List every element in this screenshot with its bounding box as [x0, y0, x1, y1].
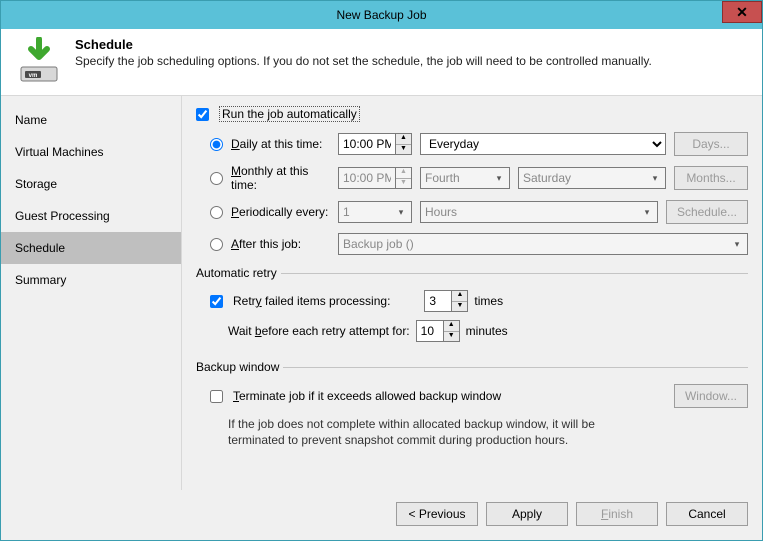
retry-count-spinner[interactable]: ▲▼	[424, 290, 468, 312]
chevron-down-icon: ▾	[393, 207, 409, 218]
retry-count-row: Retry failed items processing: ▲▼ times	[210, 290, 748, 312]
retry-wait-spinner[interactable]: ▲▼	[416, 320, 460, 342]
monthly-radio[interactable]	[210, 172, 223, 185]
retry-wait-label: Wait before each retry attempt for:	[228, 324, 410, 338]
spinner-down-icon[interactable]: ▼	[452, 302, 467, 312]
retry-checkbox[interactable]	[210, 295, 223, 308]
header-subtitle: Specify the job scheduling options. If y…	[75, 54, 748, 68]
monthly-row: Monthly at this time: ▲▼ Fourth▾ Saturda…	[210, 164, 748, 192]
days-button[interactable]: Days...	[674, 132, 748, 156]
run-auto-checkbox[interactable]	[196, 108, 209, 121]
daily-recurrence-select[interactable]: Everyday	[420, 133, 666, 155]
sidebar-item-name[interactable]: Name	[1, 104, 181, 136]
monthly-weekday-select: Saturday▾	[518, 167, 666, 189]
run-auto-row: Run the job automatically	[196, 106, 748, 122]
chevron-down-icon: ▾	[729, 239, 745, 250]
chevron-down-icon: ▾	[647, 173, 663, 184]
retry-wait-input[interactable]	[416, 320, 444, 342]
spinner-up-icon[interactable]: ▲	[452, 291, 467, 302]
retry-count-input[interactable]	[424, 290, 452, 312]
dialog-window: New Backup Job ✕ vm Schedule Specify the…	[0, 0, 763, 541]
header-text: Schedule Specify the job scheduling opti…	[75, 37, 748, 68]
retry-group: Automatic retry Retry failed items proce…	[196, 266, 748, 350]
sidebar-item-virtual-machines[interactable]: Virtual Machines	[1, 136, 181, 168]
monthly-ordinal-select: Fourth▾	[420, 167, 510, 189]
schedule-button[interactable]: Schedule...	[666, 200, 748, 224]
content-pane: Run the job automatically Daily at this …	[181, 96, 762, 490]
after-radio-label[interactable]: After this job:	[210, 237, 330, 251]
after-job-select: Backup job ()▾	[338, 233, 748, 255]
sidebar-item-schedule[interactable]: Schedule	[1, 232, 181, 264]
periodic-radio-label[interactable]: Periodically every:	[210, 205, 330, 219]
spinner-down-icon: ▼	[396, 179, 411, 189]
svg-text:vm: vm	[29, 73, 38, 79]
titlebar: New Backup Job ✕	[1, 1, 762, 29]
cancel-button[interactable]: Cancel	[666, 502, 748, 526]
sidebar-item-guest-processing[interactable]: Guest Processing	[1, 200, 181, 232]
terminate-row: Terminate job if it exceeds allowed back…	[210, 384, 748, 408]
daily-time-input[interactable]	[338, 133, 396, 155]
after-radio[interactable]	[210, 238, 223, 251]
previous-button[interactable]: < Previous	[396, 502, 478, 526]
daily-row: Daily at this time: ▲▼ Everyday Days...	[210, 132, 748, 156]
window-button[interactable]: Window...	[674, 384, 748, 408]
footer: < Previous Apply Finish Cancel	[1, 490, 762, 540]
monthly-radio-label[interactable]: Monthly at this time:	[210, 164, 330, 192]
body: Name Virtual Machines Storage Guest Proc…	[1, 96, 762, 490]
retry-wait-row: Wait before each retry attempt for: ▲▼ m…	[228, 320, 748, 342]
header: vm Schedule Specify the job scheduling o…	[1, 29, 762, 96]
window-title: New Backup Job	[1, 8, 762, 22]
backup-window-legend: Backup window	[196, 360, 283, 374]
spinner-up-icon[interactable]: ▲	[444, 321, 459, 332]
spinner-down-icon[interactable]: ▼	[396, 145, 411, 155]
schedule-options: Daily at this time: ▲▼ Everyday Days...	[210, 132, 748, 256]
spinner-down-icon[interactable]: ▼	[444, 332, 459, 342]
retry-legend: Automatic retry	[196, 266, 281, 280]
finish-button[interactable]: Finish	[576, 502, 658, 526]
apply-button[interactable]: Apply	[486, 502, 568, 526]
header-title: Schedule	[75, 37, 748, 52]
periodic-radio[interactable]	[210, 206, 223, 219]
sidebar: Name Virtual Machines Storage Guest Proc…	[1, 96, 181, 490]
close-button[interactable]: ✕	[722, 1, 762, 23]
sidebar-item-summary[interactable]: Summary	[1, 264, 181, 296]
monthly-time-input	[338, 167, 396, 189]
daily-radio[interactable]	[210, 138, 223, 151]
after-row: After this job: Backup job ()▾	[210, 232, 748, 256]
daily-time-spinner[interactable]: ▲▼	[338, 133, 412, 155]
retry-count-suffix: times	[474, 294, 503, 308]
months-button[interactable]: Months...	[674, 166, 748, 190]
periodic-value-select: 1▾	[338, 201, 412, 223]
monthly-time-spinner: ▲▼	[338, 167, 412, 189]
chevron-down-icon: ▾	[491, 173, 507, 184]
retry-wait-suffix: minutes	[466, 324, 508, 338]
periodic-unit-select: Hours▾	[420, 201, 658, 223]
chevron-down-icon: ▾	[639, 207, 655, 218]
terminate-label: Terminate job if it exceeds allowed back…	[233, 389, 501, 403]
spinner-up-icon[interactable]: ▲	[396, 134, 411, 145]
wizard-icon: vm	[15, 37, 63, 85]
retry-label: Retry failed items processing:	[233, 294, 390, 308]
run-auto-label: Run the job automatically	[219, 106, 360, 122]
spinner-up-icon: ▲	[396, 168, 411, 179]
sidebar-item-storage[interactable]: Storage	[1, 168, 181, 200]
periodic-row: Periodically every: 1▾ Hours▾ Schedule..…	[210, 200, 748, 224]
terminate-checkbox[interactable]	[210, 390, 223, 403]
daily-radio-label[interactable]: Daily at this time:	[210, 137, 330, 151]
backup-window-group: Backup window Terminate job if it exceed…	[196, 360, 748, 448]
backup-window-help: If the job does not complete within allo…	[228, 416, 648, 448]
